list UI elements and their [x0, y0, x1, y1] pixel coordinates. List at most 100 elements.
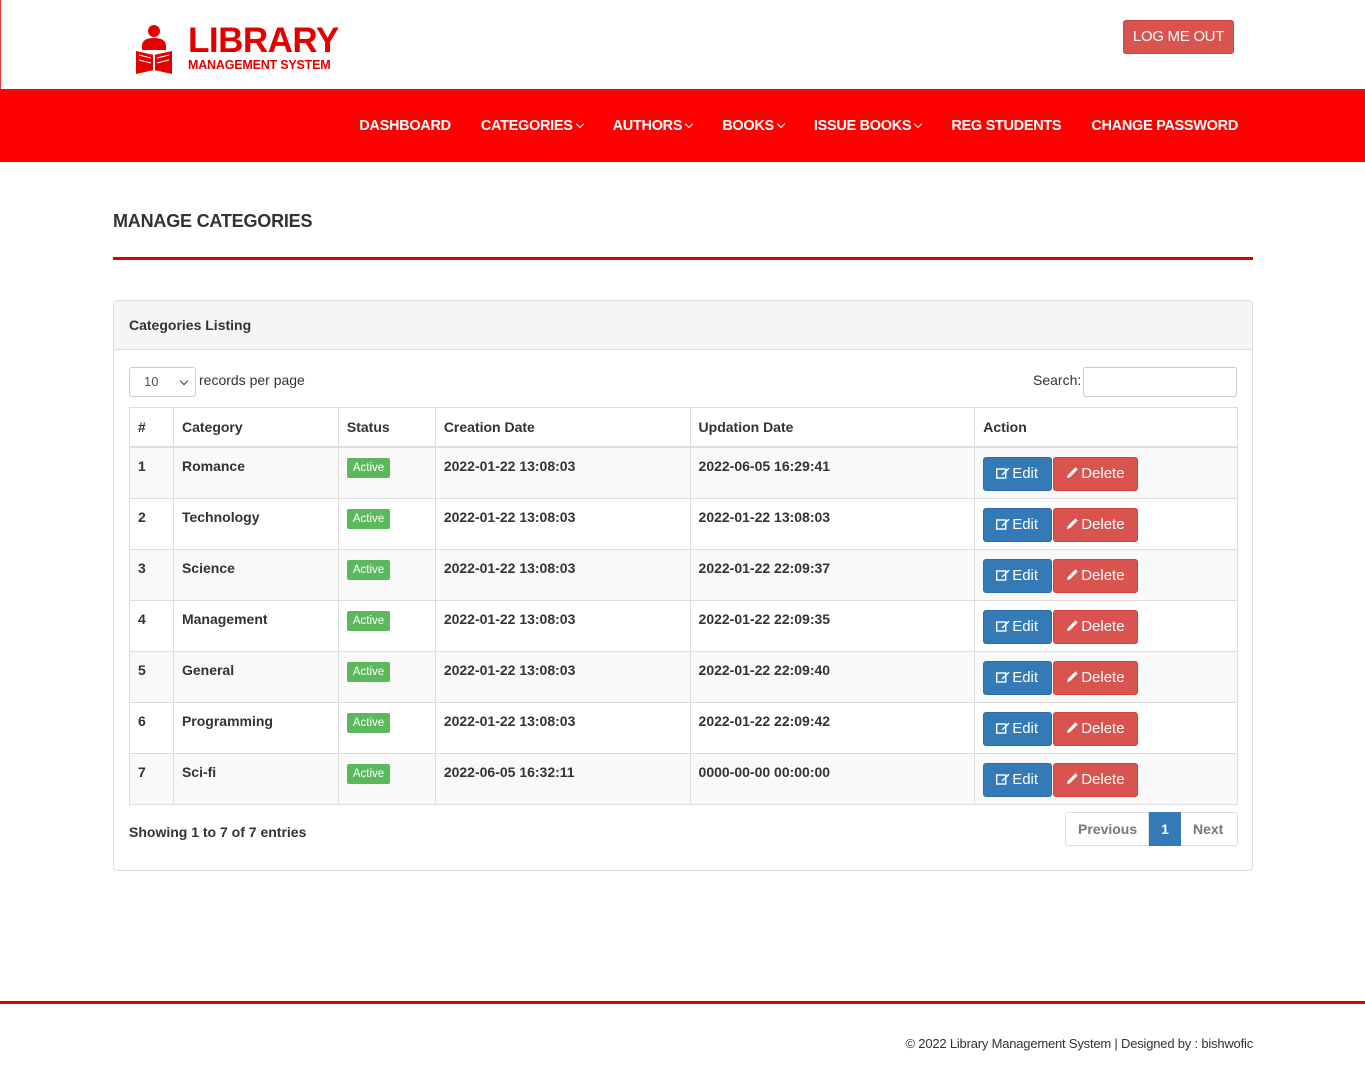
row-updation-date: 2022-01-22 22:09:35 — [689, 599, 976, 652]
panel-heading: Categories Listing — [114, 301, 1252, 350]
pencil-icon — [1066, 720, 1081, 737]
status-badge: Active — [346, 763, 391, 784]
nav-item-issue-books[interactable]: ISSUE BOOKS — [813, 117, 923, 134]
row-number: 4 — [129, 599, 174, 652]
row-number: 5 — [129, 650, 174, 703]
row-status-cell: Active — [337, 446, 436, 499]
nav-item-authors[interactable]: AUTHORS — [612, 117, 694, 134]
edit-icon — [996, 618, 1012, 635]
delete-button[interactable]: Delete — [1053, 660, 1139, 695]
delete-label: Delete — [1081, 465, 1125, 482]
delete-label: Delete — [1081, 566, 1125, 584]
column-header-category[interactable]: Category — [172, 407, 339, 448]
table-row: 6 Programming Active 2022-01-22 13:08:03 202… — [129, 701, 1238, 754]
row-actions: Edit Delete — [974, 701, 1238, 754]
edit-label: Edit — [1012, 668, 1039, 686]
brand-logo[interactable]: LIBRARY MANAGEMENT SYSTEM — [134, 21, 339, 76]
row-status-cell: Active — [337, 548, 436, 601]
nav-item-label: ISSUE BOOKS — [813, 117, 912, 134]
pagination-previous[interactable]: Previous — [1065, 812, 1149, 846]
row-number: 3 — [129, 548, 174, 601]
categories-table: # Category Status Creation Date Updation… — [129, 407, 1238, 805]
row-status-cell: Active — [337, 497, 436, 550]
pencil-icon — [1066, 771, 1081, 788]
status-badge: Active — [346, 458, 391, 478]
pagination-next[interactable]: Next — [1181, 812, 1238, 846]
pagination-page-1[interactable]: 1 — [1149, 812, 1181, 846]
row-updation-date: 2022-01-22 13:08:03 — [689, 497, 976, 550]
nav-item-categories[interactable]: CATEGORIES — [481, 118, 584, 134]
status-badge: Active — [346, 559, 391, 580]
table-row: 5 General Active 2022-01-22 13:08:03 2022-01… — [129, 650, 1238, 703]
edit-button[interactable]: Edit — [983, 507, 1053, 542]
table-row: 7 Sci-fi Active 2022-06-05 16:32:11 0000-00-… — [129, 752, 1238, 805]
pencil-icon — [1066, 618, 1081, 635]
row-updation-date: 0000-00-00 00:00:00 — [689, 752, 976, 805]
title-divider — [113, 257, 1253, 260]
chevron-down-icon — [684, 119, 694, 128]
row-creation-date: 2022-06-05 16:32:11 — [434, 752, 691, 805]
table-row: 4 Management Active 2022-01-22 13:08:03 2022… — [129, 599, 1238, 652]
edit-label: Edit — [1012, 719, 1039, 737]
records-per-page-select[interactable]: 10 — [129, 367, 196, 397]
delete-button[interactable]: Delete — [1053, 507, 1139, 542]
nav-item-change-password[interactable]: CHANGE PASSWORD — [1091, 118, 1238, 134]
edit-icon — [996, 465, 1012, 482]
chevron-down-icon — [179, 376, 189, 386]
row-creation-date: 2022-01-22 13:08:03 — [434, 497, 691, 550]
row-actions: Edit Delete — [974, 599, 1238, 652]
categories-panel: Categories Listing 10 records per page S… — [113, 300, 1253, 871]
edit-button[interactable]: Edit — [983, 609, 1053, 644]
footer-copyright: © 2022 Library Management System | Desig… — [905, 1036, 1254, 1051]
page-title: MANAGE CATEGORIES — [113, 211, 313, 231]
nav-item-label: BOOKS — [722, 117, 774, 134]
search-input[interactable] — [1083, 367, 1237, 397]
chevron-down-icon — [776, 119, 786, 128]
footer-divider — [0, 1001, 1365, 1004]
row-actions: Edit Delete — [974, 752, 1238, 805]
row-actions: Edit Delete — [974, 650, 1238, 703]
edit-label: Edit — [1012, 770, 1039, 788]
edit-button[interactable]: Edit — [983, 762, 1053, 797]
chevron-down-icon — [914, 119, 923, 128]
delete-button[interactable]: Delete — [1053, 711, 1139, 746]
edit-button[interactable]: Edit — [983, 660, 1053, 695]
delete-button[interactable]: Delete — [1053, 457, 1139, 491]
column-header-updation-date[interactable]: Updation Date — [689, 407, 976, 448]
edit-label: Edit — [1012, 465, 1039, 482]
column-header-action[interactable]: Action — [974, 407, 1238, 448]
row-category: General — [172, 650, 339, 703]
delete-button[interactable]: Delete — [1053, 609, 1139, 644]
column-header-status[interactable]: Status — [337, 407, 436, 448]
nav-item-dashboard[interactable]: DASHBOARD — [359, 118, 451, 134]
brand-title: LIBRARY — [188, 21, 339, 60]
delete-button[interactable]: Delete — [1053, 558, 1139, 593]
nav-item-reg-students[interactable]: REG STUDENTS — [951, 118, 1061, 134]
row-number: 7 — [129, 752, 174, 805]
main-nav: DASHBOARD CATEGORIES AUTHORS BOOKS ISSUE BOO… — [0, 89, 1365, 162]
column-header-creation-date[interactable]: Creation Date — [434, 407, 691, 448]
table-body: 1 Romance Active 2022-01-22 13:08:03 2022-06… — [129, 446, 1238, 805]
edit-button[interactable]: Edit — [983, 457, 1053, 491]
records-per-page-label: records per page — [199, 372, 305, 388]
search-label: Search: — [1033, 372, 1082, 388]
column-header-num[interactable]: # — [129, 407, 174, 448]
row-status-cell: Active — [337, 599, 436, 652]
row-status-cell: Active — [337, 752, 436, 805]
nav-item-label: AUTHORS — [612, 117, 683, 134]
delete-button[interactable]: Delete — [1053, 762, 1139, 797]
row-number: 1 — [129, 446, 174, 499]
row-updation-date: 2022-01-22 22:09:40 — [689, 650, 976, 703]
row-category: Science — [172, 548, 339, 601]
records-per-page-value: 10 — [144, 374, 159, 389]
table-row: 2 Technology Active 2022-01-22 13:08:03 2022… — [129, 497, 1238, 550]
table-row: 3 Science Active 2022-01-22 13:08:03 2022-01… — [129, 548, 1238, 601]
logout-button[interactable]: LOG ME OUT — [1123, 20, 1234, 54]
chevron-down-icon — [575, 119, 584, 128]
edit-button[interactable]: Edit — [983, 558, 1053, 593]
edit-button[interactable]: Edit — [983, 711, 1053, 746]
nav-item-books[interactable]: BOOKS — [722, 117, 786, 134]
row-creation-date: 2022-01-22 13:08:03 — [434, 599, 691, 652]
row-updation-date: 2022-01-22 22:09:42 — [689, 701, 976, 754]
row-creation-date: 2022-01-22 13:08:03 — [434, 446, 691, 499]
